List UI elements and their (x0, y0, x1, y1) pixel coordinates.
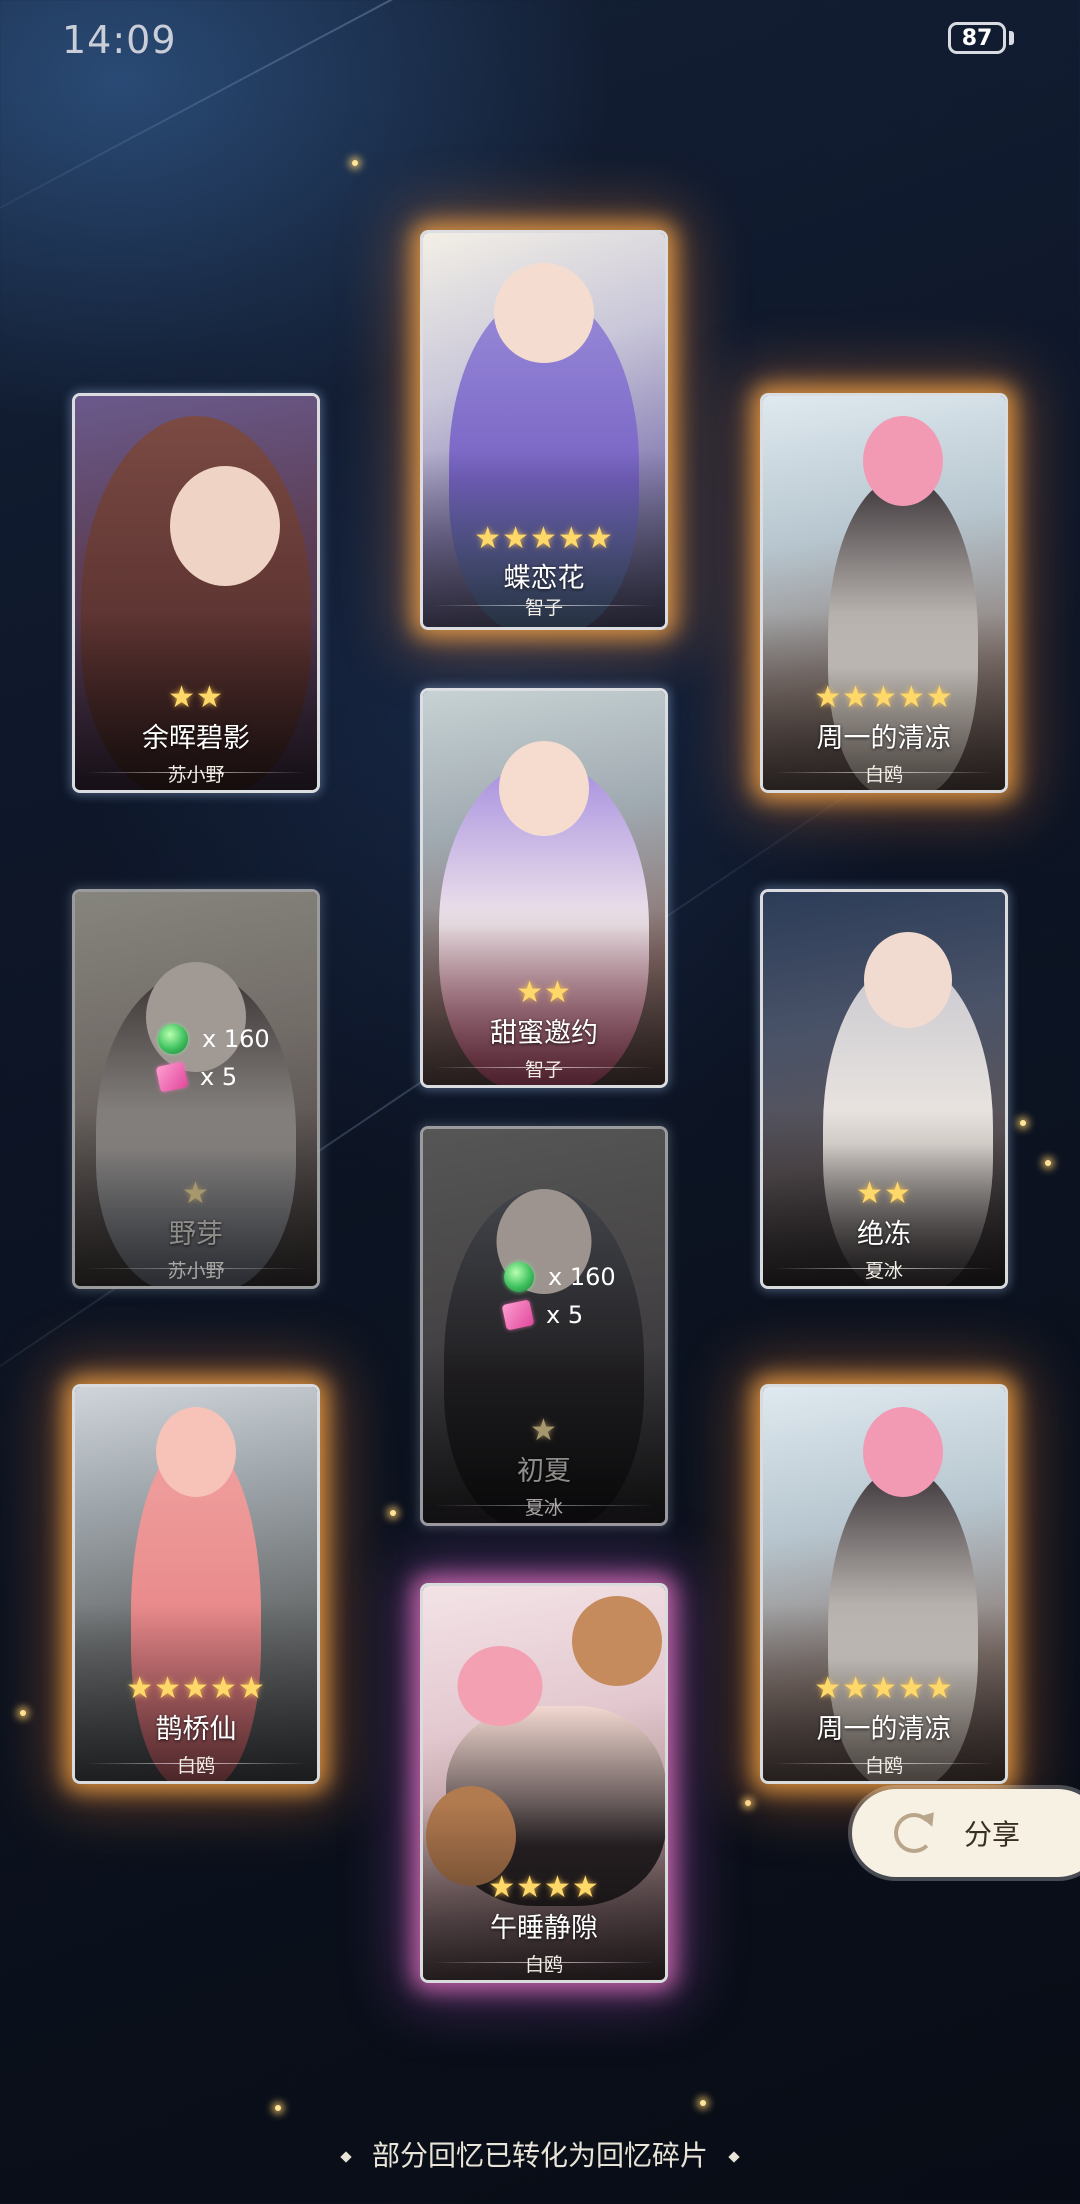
star-rating: ★★★★ (488, 1870, 600, 1905)
memory-card[interactable]: ★★ 余晖碧影 苏小野 (72, 393, 320, 793)
star-rating: ★★★★★ (814, 680, 954, 715)
sparkle (1020, 1120, 1026, 1126)
reward-crystal: x 160 (504, 1262, 704, 1292)
battery-icon: 87 (948, 22, 1006, 54)
reward-crystal-amount: x 160 (202, 1025, 270, 1053)
share-icon (894, 1813, 934, 1853)
sparkle (20, 1710, 26, 1716)
fragment-icon (501, 1299, 535, 1331)
fragment-icon (155, 1061, 189, 1093)
reward-fragment: x 5 (155, 1061, 358, 1093)
card-author: 白鸥 (176, 1755, 215, 1777)
memory-card[interactable]: ★★ 绝冻 夏冰 (760, 889, 1008, 1289)
card-author: 白鸥 (864, 1755, 903, 1777)
sparkle (275, 2105, 281, 2111)
star-rating: ★★★★★ (814, 1671, 954, 1706)
crystal-icon (158, 1024, 188, 1054)
share-label: 分享 (964, 1818, 1021, 1851)
sparkle (1045, 1160, 1051, 1166)
diamond-bullet (728, 2151, 740, 2163)
card-author: 苏小野 (167, 764, 225, 786)
reward-fragment-amount: x 5 (546, 1301, 584, 1329)
star-rating: ★★ (516, 975, 572, 1010)
card-author: 智子 (524, 1059, 563, 1081)
memory-card[interactable]: ★★★★ 午睡静隙 白鸥 (420, 1583, 668, 1983)
star-rating: ★★ (168, 680, 224, 715)
card-author: 夏冰 (864, 1260, 903, 1282)
reward-fragment-amount: x 5 (200, 1063, 238, 1091)
sparkle (390, 1510, 396, 1516)
status-time: 14:09 (62, 18, 177, 62)
star-rating: ★★ (856, 1176, 912, 1211)
card-title: 初夏 (517, 1456, 571, 1487)
reward-fragment: x 5 (501, 1299, 704, 1331)
share-button[interactable]: 分享 (852, 1789, 1080, 1877)
star-rating: ★★★★★ (474, 521, 614, 556)
card-author: 白鸥 (864, 764, 903, 786)
card-author: 夏冰 (524, 1497, 563, 1519)
card-title: 野芽 (169, 1219, 223, 1250)
card-title: 午睡静隙 (490, 1913, 598, 1944)
battery-level: 87 (961, 25, 993, 51)
footer-text: 部分回忆已转化为回忆碎片 (371, 2139, 708, 2172)
card-title: 蝶恋花 (503, 563, 585, 594)
reward-crystal: x 160 (158, 1024, 358, 1054)
sparkle (745, 1800, 751, 1806)
footer-notice: 部分回忆已转化为回忆碎片 (0, 2134, 1080, 2174)
memory-card[interactable]: ★★★★★ 鹊桥仙 白鸥 (72, 1384, 320, 1784)
memory-card[interactable]: ★★ 甜蜜邀约 智子 (420, 688, 668, 1088)
card-title: 周一的清凉 (816, 1714, 952, 1745)
card-title: 鹊桥仙 (155, 1714, 237, 1745)
diamond-bullet (340, 2151, 352, 2163)
card-title: 甜蜜邀约 (490, 1018, 598, 1049)
card-author: 智子 (524, 597, 563, 619)
reward-crystal-amount: x 160 (548, 1263, 616, 1291)
sparkle (352, 160, 358, 166)
card-author: 白鸥 (524, 1954, 563, 1976)
card-title: 余晖碧影 (142, 723, 250, 754)
memory-card[interactable]: ★★★★★ 周一的清凉 白鸥 (760, 1384, 1008, 1784)
star-rating: ★ (530, 1413, 558, 1448)
crystal-icon (504, 1262, 534, 1292)
memory-card[interactable]: ★★★★★ 周一的清凉 白鸥 (760, 393, 1008, 793)
card-title: 周一的清凉 (816, 723, 952, 754)
card-title: 绝冻 (857, 1219, 911, 1250)
card-author: 苏小野 (167, 1260, 225, 1282)
star-rating: ★ (182, 1176, 210, 1211)
memory-card[interactable]: ★★★★★ 蝶恋花 智子 (420, 230, 668, 630)
star-rating: ★★★★★ (126, 1671, 266, 1706)
sparkle (700, 2100, 706, 2106)
battery-tip (1009, 31, 1014, 45)
